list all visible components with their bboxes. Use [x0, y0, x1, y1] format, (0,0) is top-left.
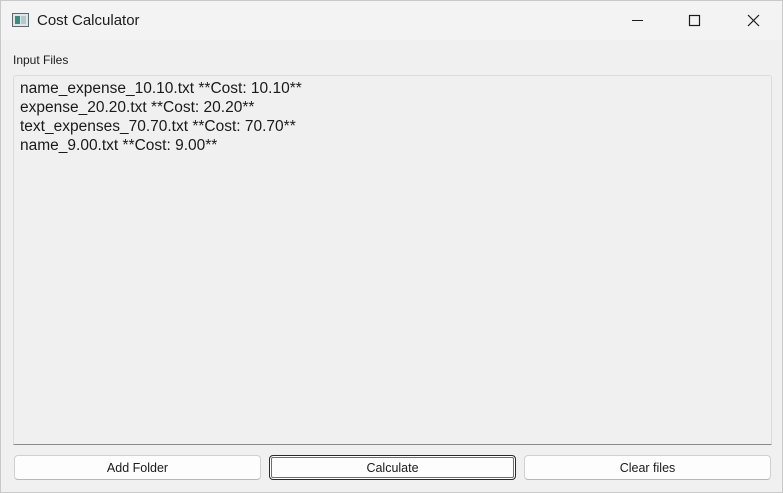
input-files-label: Input Files — [13, 53, 69, 67]
list-item[interactable]: expense_20.20.txt **Cost: 20.20** — [20, 98, 771, 117]
title-bar[interactable]: Cost Calculator — [1, 1, 782, 40]
maximize-icon — [688, 14, 701, 27]
minimize-icon — [632, 20, 643, 21]
app-window: Cost Calculator Input Files name_expense… — [0, 0, 783, 493]
close-icon — [747, 14, 760, 27]
list-item[interactable]: text_expenses_70.70.txt **Cost: 70.70** — [20, 117, 771, 136]
list-item[interactable]: name_expense_10.10.txt **Cost: 10.10** — [20, 79, 771, 98]
add-folder-button[interactable]: Add Folder — [14, 455, 261, 480]
list-item[interactable]: name_9.00.txt **Cost: 9.00** — [20, 136, 771, 155]
close-button[interactable] — [723, 1, 781, 40]
input-files-list[interactable]: name_expense_10.10.txt **Cost: 10.10** e… — [13, 75, 772, 445]
maximize-button[interactable] — [665, 1, 723, 40]
window-title: Cost Calculator — [37, 12, 140, 29]
minimize-button[interactable] — [607, 1, 665, 40]
calculate-button[interactable]: Calculate — [269, 455, 516, 480]
clear-files-button[interactable]: Clear files — [524, 455, 771, 480]
window-app-icon — [12, 13, 29, 27]
